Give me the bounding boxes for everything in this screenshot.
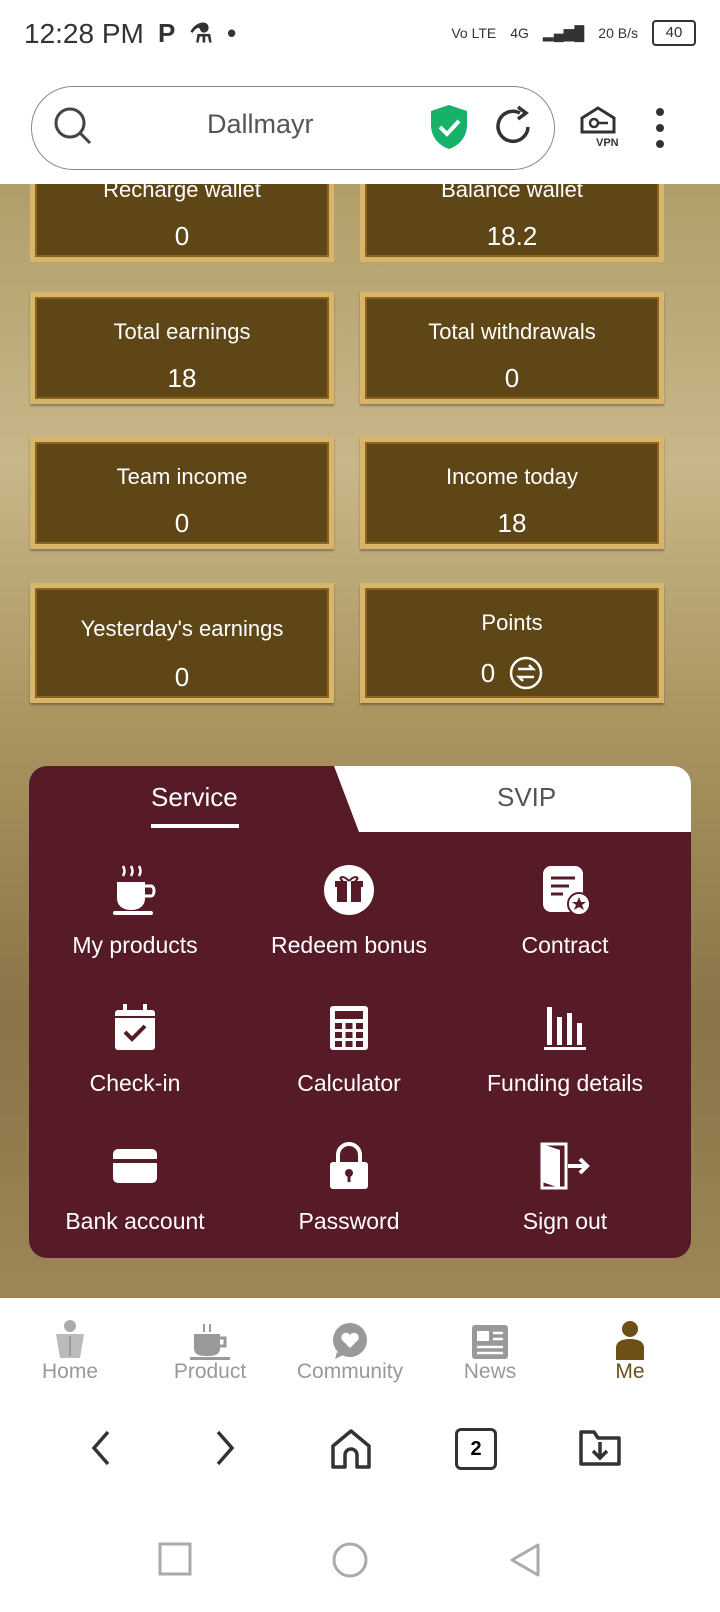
nav-community[interactable]: Community [290, 1316, 410, 1384]
volte-label: Vo LTE [451, 25, 497, 41]
card-label: Total withdrawals [428, 319, 596, 344]
home-circle-icon[interactable] [332, 1542, 368, 1578]
card-value: 0 [504, 363, 520, 393]
browser-url-bar: Dallmayr VPN [0, 76, 720, 184]
contract-button[interactable]: Contract [455, 862, 675, 959]
calendar-check-icon [115, 1004, 155, 1050]
card-value: 0 [174, 662, 190, 692]
service-label: Bank account [65, 1208, 205, 1234]
service-label: Funding details [487, 1070, 643, 1096]
my-products-button[interactable]: My products [29, 862, 245, 959]
shield-check-icon[interactable] [428, 103, 470, 151]
total-earnings-card: Total earnings 18 [30, 292, 334, 404]
notification-icons: P ⚗ • [158, 18, 237, 48]
network-label: 4G [510, 25, 529, 41]
service-label: Redeem bonus [271, 932, 427, 958]
nav-news[interactable]: News [430, 1316, 550, 1384]
password-button[interactable]: Password [239, 1138, 459, 1235]
tabs-button[interactable]: 2 [455, 1428, 497, 1470]
nav-label: Home [41, 1360, 99, 1383]
lock-icon [330, 1142, 368, 1189]
back-triangle-icon[interactable] [508, 1542, 542, 1578]
more-menu-icon[interactable] [656, 108, 664, 148]
card-value: 18 [497, 508, 527, 538]
bank-account-button[interactable]: Bank account [29, 1138, 245, 1235]
service-label: Contract [521, 932, 609, 958]
team-income-card: Team income 0 [30, 437, 334, 549]
bar-chart-icon [544, 1007, 586, 1050]
card-label: Points [481, 610, 543, 635]
nav-label: Me [615, 1360, 645, 1383]
exit-icon [540, 1142, 590, 1190]
signal-icon: ▂▄▆█ [542, 24, 585, 41]
service-label: Check-in [89, 1070, 181, 1096]
svg-text:VPN: VPN [596, 137, 619, 148]
service-panel: Service SVIP My products Redeem bonus Co… [29, 766, 691, 1258]
check-in-button[interactable]: Check-in [29, 1000, 245, 1097]
recents-icon[interactable] [158, 1542, 192, 1576]
chat-heart-icon [333, 1323, 367, 1359]
crest-icon [56, 1320, 84, 1358]
back-icon[interactable] [88, 1428, 114, 1468]
download-folder-icon[interactable] [578, 1428, 622, 1468]
card-label: Income today [445, 464, 579, 489]
reload-icon[interactable] [492, 103, 536, 151]
tab-service[interactable]: Service [29, 766, 359, 832]
card-value: 18 [167, 363, 197, 393]
contract-icon [543, 866, 591, 916]
service-tabs: Service SVIP [29, 766, 691, 832]
bottom-nav: Home Product Community News Me [0, 1298, 720, 1398]
coffee-cup-icon [190, 1324, 230, 1360]
status-bar: 12:28 PM P ⚗ • Vo LTE 4G ▂▄▆█ 20 B/s 40 [0, 0, 720, 76]
nav-product[interactable]: Product [150, 1316, 270, 1384]
redeem-bonus-button[interactable]: Redeem bonus [239, 862, 459, 959]
tab-service-label: Service [151, 782, 238, 812]
calculator-icon [330, 1006, 368, 1050]
points-card[interactable]: Points 0 [360, 583, 664, 703]
card-label: Total earnings [113, 319, 251, 344]
income-today-card: Income today 18 [360, 437, 664, 549]
status-right: Vo LTE 4G ▂▄▆█ 20 B/s 40 [451, 20, 696, 46]
system-nav-bar [0, 1510, 720, 1612]
search-icon[interactable] [52, 105, 94, 147]
nav-label: News [463, 1360, 517, 1383]
card-icon [113, 1149, 157, 1183]
card-label: Yesterday's earnings [80, 616, 284, 641]
nav-label: Product [173, 1360, 247, 1383]
service-label: My products [72, 932, 198, 958]
yesterdays-earnings-card: Yesterday's earnings 0 [30, 583, 334, 703]
card-value: 18.2 [486, 221, 538, 251]
user-icon [616, 1321, 644, 1360]
funding-details-button[interactable]: Funding details [455, 1000, 675, 1097]
forward-icon[interactable] [212, 1428, 238, 1468]
card-label: Team income [116, 464, 248, 489]
nav-home[interactable]: Home [10, 1316, 130, 1384]
card-value: 0 [174, 508, 190, 538]
coffee-cup-icon [113, 865, 156, 915]
total-withdrawals-card: Total withdrawals 0 [360, 292, 664, 404]
nav-me[interactable]: Me [570, 1316, 690, 1384]
calculator-button[interactable]: Calculator [239, 1000, 459, 1097]
card-value: 0 [480, 657, 496, 688]
service-label: Calculator [297, 1070, 401, 1096]
sign-out-button[interactable]: Sign out [455, 1138, 675, 1235]
service-label: Sign out [522, 1208, 608, 1234]
vpn-icon[interactable]: VPN [578, 104, 622, 148]
nav-label: Community [296, 1360, 404, 1383]
battery-icon: 40 [652, 20, 696, 46]
home-icon[interactable] [330, 1428, 372, 1470]
speed-label: 20 B/s [598, 25, 638, 41]
exchange-icon[interactable] [509, 656, 543, 690]
tab-svip[interactable]: SVIP [497, 782, 556, 813]
newspaper-icon [472, 1325, 508, 1359]
service-label: Password [298, 1208, 400, 1234]
browser-toolbar: 2 [0, 1398, 720, 1510]
gift-icon [324, 865, 374, 915]
card-value: 0 [174, 221, 190, 251]
tab-active-indicator [151, 824, 239, 828]
status-time: 12:28 PM [24, 18, 144, 49]
address-field[interactable]: Dallmayr [31, 86, 555, 170]
url-text[interactable]: Dallmayr [207, 109, 314, 140]
